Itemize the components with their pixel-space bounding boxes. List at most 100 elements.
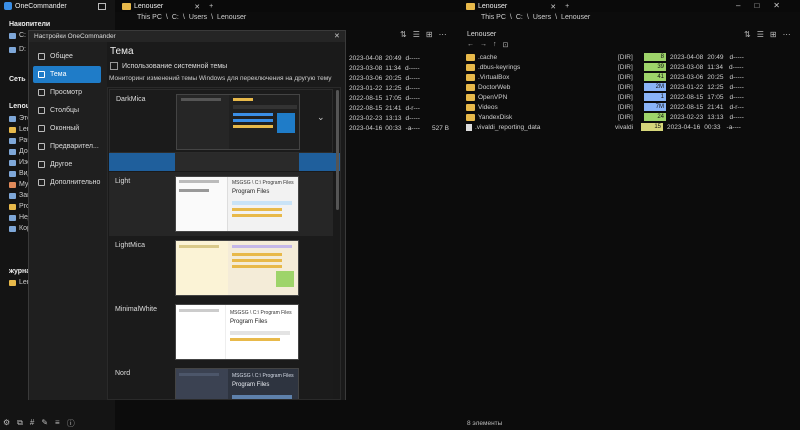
more-icon[interactable]: ⋯ bbox=[783, 30, 791, 39]
theme-option-darkmica[interactable]: DarkMica ⌄ bbox=[109, 89, 333, 153]
drive-c[interactable]: C: bbox=[9, 32, 26, 39]
add-tab-icon[interactable]: + bbox=[565, 3, 569, 10]
tab-label: Lenouser bbox=[478, 3, 508, 10]
table-row[interactable]: 2023-03-08 11:34 d----- bbox=[349, 63, 420, 73]
time-cell: 11:34 bbox=[707, 63, 724, 71]
nav-view[interactable]: Просмотр bbox=[33, 84, 101, 101]
new-folder-icon[interactable]: ⊞ bbox=[770, 30, 777, 39]
theme-option-nord[interactable]: Nord MSGSG \ C:\ Program Files Program F… bbox=[109, 364, 333, 399]
chevron-down-icon[interactable]: ⌄ bbox=[317, 112, 325, 123]
date-cell: 2022-08-15 bbox=[670, 103, 704, 111]
maximize-icon[interactable]: □ bbox=[754, 1, 759, 10]
table-row[interactable]: 2023-03-06 20:25 d----- bbox=[349, 73, 420, 83]
add-tab-icon[interactable]: + bbox=[209, 3, 213, 10]
table-row[interactable]: OpenVPN [DIR] 1 2022-08-15 17:05 d----- bbox=[466, 92, 796, 102]
theme-option-minimalwhite[interactable]: MinimalWhite MSGSG \ C:\ Program Files P… bbox=[109, 300, 333, 364]
table-row[interactable]: 2023-04-08 20:49 d----- bbox=[349, 53, 420, 63]
breadcrumb-item[interactable]: This PC bbox=[137, 14, 162, 24]
time-cell: 21:41 bbox=[707, 103, 724, 111]
music-icon bbox=[9, 181, 16, 188]
table-row[interactable]: 2022-08-15 17:05 d----- bbox=[349, 93, 420, 103]
minimize-icon[interactable]: – bbox=[736, 1, 740, 10]
close-icon[interactable]: ✕ bbox=[194, 3, 200, 11]
nav-window[interactable]: Оконный bbox=[33, 120, 101, 137]
drives-heading: Накопители bbox=[9, 21, 51, 28]
drive-label: D: bbox=[19, 46, 26, 53]
type-cell: [DIR] bbox=[618, 73, 633, 81]
theme-option-light[interactable]: Light MSGSG \ C:\ Program Files Program … bbox=[109, 172, 333, 236]
table-row[interactable]: 2022-08-15 21:41 d-r--- bbox=[349, 103, 420, 113]
dialog-close-icon[interactable]: ✕ bbox=[334, 32, 340, 40]
theme-option-lightmica[interactable]: LightMica bbox=[109, 236, 333, 300]
nav-label: Столбцы bbox=[50, 107, 80, 114]
table-row[interactable]: 2023-04-16 00:33 -a---- 527 B bbox=[349, 123, 449, 133]
settings-dialog: Настройки OneCommander ✕ Общее Тема Прос… bbox=[28, 30, 346, 400]
close-window-icon[interactable]: ✕ bbox=[773, 1, 780, 10]
forward-icon[interactable]: → bbox=[480, 41, 487, 49]
system-theme-checkbox[interactable]: Использование системной темы bbox=[110, 62, 227, 70]
size-cell: 527 B bbox=[431, 124, 449, 132]
back-icon[interactable]: ← bbox=[467, 41, 474, 49]
nav-other[interactable]: Другое bbox=[33, 156, 101, 173]
hash-icon[interactable]: # bbox=[30, 418, 34, 429]
nav-columns[interactable]: Столбцы bbox=[33, 102, 101, 119]
menu-icon[interactable]: ≡ bbox=[55, 418, 60, 429]
list-view-icon[interactable]: ☰ bbox=[413, 30, 420, 39]
tab-left-lenouser[interactable]: Lenouser ✕ + bbox=[122, 1, 213, 12]
drive-icon bbox=[9, 46, 16, 53]
table-row[interactable]: .VirtualBox [DIR] 41 2023-03-06 20:25 d----- bbox=[466, 72, 796, 82]
close-icon[interactable]: ✕ bbox=[550, 3, 556, 11]
attr-cell: d----- bbox=[729, 113, 744, 121]
new-folder-icon[interactable]: ⊡ bbox=[503, 41, 509, 49]
nav-advanced[interactable]: Дополнительно bbox=[33, 174, 101, 191]
checkbox-box[interactable] bbox=[110, 62, 118, 70]
breadcrumb-item[interactable]: C: bbox=[516, 14, 523, 24]
time-cell: 11:34 bbox=[385, 64, 402, 72]
up-icon[interactable]: ↑ bbox=[493, 41, 497, 49]
date-cell: 2023-01-22 bbox=[670, 83, 704, 91]
attr-cell: d-r--- bbox=[405, 104, 420, 112]
more-icon[interactable]: ⋯ bbox=[439, 30, 447, 39]
table-row[interactable]: .vivaldi_reporting_data vivaldi 15 2023-04-… bbox=[466, 122, 796, 132]
size-cell: 1 bbox=[644, 93, 666, 101]
table-row[interactable]: YandexDisk [DIR] 24 2023-02-23 13:13 d----- bbox=[466, 112, 796, 122]
table-row[interactable]: .cache [DIR] 8 2023-04-08 20:49 d----- bbox=[466, 52, 796, 62]
palette-icon bbox=[38, 71, 45, 78]
name-cell: OpenVPN bbox=[478, 93, 508, 101]
breadcrumb-item[interactable]: Lenouser bbox=[561, 14, 590, 24]
table-row[interactable]: Videos [DIR] 7M 2022-08-15 21:41 d-r--- bbox=[466, 102, 796, 112]
breadcrumb-item[interactable]: C: bbox=[172, 14, 179, 24]
nav-theme[interactable]: Тема bbox=[33, 66, 101, 83]
copy-icon[interactable]: ⧉ bbox=[17, 418, 23, 429]
table-row[interactable]: 2023-01-22 12:25 d----- bbox=[349, 83, 420, 93]
breadcrumb-item[interactable]: Users bbox=[533, 14, 551, 24]
table-row[interactable]: DoctorWeb [DIR] 2M 2023-01-22 12:25 d----- bbox=[466, 82, 796, 92]
nav-label: Просмотр bbox=[50, 89, 82, 96]
table-row[interactable]: .dbus-keyrings [DIR] 39 2023-03-08 11:34 d---… bbox=[466, 62, 796, 72]
window-icon[interactable] bbox=[98, 3, 106, 10]
theme-list-scrollbar[interactable] bbox=[336, 90, 339, 210]
settings-icon[interactable]: ⚙ bbox=[3, 418, 10, 429]
info-icon[interactable]: ⓘ bbox=[67, 418, 75, 429]
breadcrumb-item[interactable]: This PC bbox=[481, 14, 506, 24]
new-folder-icon[interactable]: ⊞ bbox=[426, 30, 433, 39]
breadcrumb-left: This PC \ C: \ Users \ Lenouser bbox=[137, 14, 246, 24]
drive-d[interactable]: D: bbox=[9, 46, 26, 53]
type-cell: [DIR] bbox=[618, 103, 633, 111]
theme-name: MinimalWhite bbox=[115, 306, 158, 313]
tab-right-lenouser[interactable]: Lenouser ✕ + bbox=[466, 1, 569, 12]
preview-path: MSGSG \ C:\ Program Files bbox=[230, 310, 292, 316]
table-row[interactable]: 2023-02-23 13:13 d----- bbox=[349, 113, 420, 123]
breadcrumb-item[interactable]: Users bbox=[189, 14, 207, 24]
nav-general[interactable]: Общее bbox=[33, 48, 101, 65]
sort-icon[interactable]: ⇅ bbox=[744, 30, 751, 39]
window-icon bbox=[38, 125, 45, 132]
left-pane-toolbar: ⇅ ☰ ⊞ ⋯ bbox=[400, 30, 447, 39]
type-cell: [DIR] bbox=[618, 83, 633, 91]
date-cell: 2023-03-06 bbox=[670, 73, 704, 81]
sort-icon[interactable]: ⇅ bbox=[400, 30, 407, 39]
breadcrumb-item[interactable]: Lenouser bbox=[217, 14, 246, 24]
list-view-icon[interactable]: ☰ bbox=[757, 30, 764, 39]
nav-preview[interactable]: Предварител... bbox=[33, 138, 101, 155]
edit-icon[interactable]: ✎ bbox=[41, 418, 48, 429]
